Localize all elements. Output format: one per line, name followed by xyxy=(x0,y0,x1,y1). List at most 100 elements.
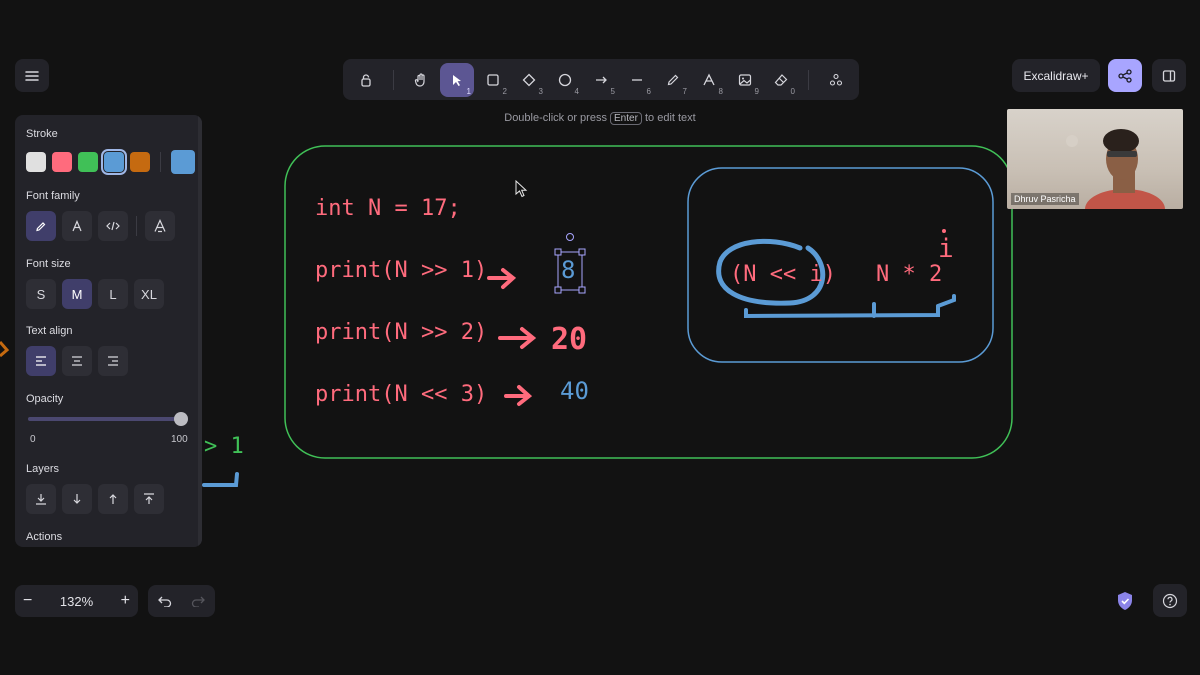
font-normal-button[interactable] xyxy=(62,211,92,241)
tool-key-5: 5 xyxy=(610,86,615,96)
result-40[interactable]: 40 xyxy=(560,377,589,405)
tool-hand[interactable] xyxy=(404,63,438,97)
result-8[interactable]: 8 xyxy=(561,256,575,284)
bring-to-front-button[interactable] xyxy=(134,484,164,514)
align-center-button[interactable] xyxy=(62,346,92,376)
hand-icon xyxy=(414,72,425,87)
arrow-3[interactable] xyxy=(504,385,533,406)
code-line-2[interactable]: print(N >> 1) xyxy=(315,258,487,283)
stroke-swatch-red[interactable] xyxy=(52,152,72,172)
main-menu-button[interactable] xyxy=(15,59,49,92)
stroke-swatch-green[interactable] xyxy=(78,152,98,172)
tool-image[interactable]: 9 xyxy=(728,63,762,97)
bring-to-front-icon xyxy=(144,493,154,504)
eraser-icon xyxy=(774,73,788,86)
tool-selection[interactable]: 1 xyxy=(440,62,474,97)
font-hand-drawn-button[interactable] xyxy=(26,211,56,241)
tool-line[interactable]: 6 xyxy=(620,63,654,97)
tool-key-1: 1 xyxy=(466,86,471,96)
text-align-row xyxy=(26,346,128,376)
share-button[interactable] xyxy=(1108,59,1142,92)
layers-label: Layers xyxy=(26,463,60,475)
arrow-1[interactable] xyxy=(487,268,517,289)
font-size-l[interactable]: L xyxy=(98,279,128,309)
participant-video[interactable]: Dhruv Pasricha xyxy=(1007,109,1183,209)
font-picker-icon xyxy=(154,219,166,233)
formula-right[interactable]: N * 2 xyxy=(876,262,942,287)
formula-exponent[interactable]: i xyxy=(938,234,954,264)
zoom-controls: − 132% + xyxy=(15,585,138,617)
outer-frame[interactable] xyxy=(284,145,1013,459)
current-stroke-color[interactable] xyxy=(171,150,195,174)
opacity-min: 0 xyxy=(30,434,36,445)
tool-lock[interactable] xyxy=(349,63,383,97)
ellipse-icon xyxy=(558,73,572,86)
zoom-out-button[interactable]: − xyxy=(23,592,32,610)
properties-scrollbar[interactable] xyxy=(198,115,202,547)
tool-key-4: 4 xyxy=(574,86,579,96)
opacity-slider-track[interactable] xyxy=(28,417,182,421)
font-size-label: Font size xyxy=(26,258,71,270)
font-size-row: S M L XL xyxy=(26,279,164,309)
code-line-3[interactable]: print(N >> 2) xyxy=(315,320,487,345)
font-size-xl[interactable]: XL xyxy=(134,279,164,309)
font-more-button[interactable] xyxy=(145,211,175,241)
layers-row xyxy=(26,484,164,514)
code-line-4[interactable]: print(N << 3) xyxy=(315,382,487,407)
stroke-swatch-blue[interactable] xyxy=(101,149,127,175)
rectangle-icon xyxy=(487,73,499,86)
share-icon xyxy=(1118,68,1132,83)
tool-key-2: 2 xyxy=(502,86,507,96)
font-size-s[interactable]: S xyxy=(26,279,56,309)
tool-key-9: 9 xyxy=(754,86,759,96)
arrow-2[interactable] xyxy=(498,327,537,349)
tool-diamond[interactable]: 3 xyxy=(512,63,546,97)
tool-draw[interactable]: 7 xyxy=(656,63,690,97)
opacity-slider-handle[interactable] xyxy=(174,412,188,426)
send-backward-button[interactable] xyxy=(62,484,92,514)
bring-forward-icon xyxy=(109,494,117,504)
blue-bracket[interactable] xyxy=(744,294,956,319)
stroke-color-row xyxy=(26,149,195,175)
result-20[interactable]: 20 xyxy=(551,322,587,357)
opacity-max: 100 xyxy=(171,434,188,445)
send-to-back-icon xyxy=(36,494,46,505)
library-button[interactable] xyxy=(1152,59,1186,92)
stroke-swatch-white[interactable] xyxy=(26,152,46,172)
offscreen-blue-mark[interactable] xyxy=(202,472,239,487)
align-left-button[interactable] xyxy=(26,346,56,376)
properties-panel: Stroke Font family Font size S M L XL Te… xyxy=(15,115,202,547)
offscreen-orange-mark[interactable] xyxy=(0,341,10,358)
pointer-icon xyxy=(453,74,461,86)
bring-forward-button[interactable] xyxy=(98,484,128,514)
align-right-button[interactable] xyxy=(98,346,128,376)
help-button[interactable] xyxy=(1153,584,1187,617)
hint-key: Enter xyxy=(610,112,642,125)
arrow-icon xyxy=(596,76,607,83)
send-to-back-button[interactable] xyxy=(26,484,56,514)
redo-icon[interactable] xyxy=(191,595,206,607)
align-center-icon xyxy=(72,356,82,366)
zoom-in-button[interactable]: + xyxy=(121,592,130,610)
font-size-m[interactable]: M xyxy=(62,279,92,309)
excalidraw-plus-button[interactable]: Excalidraw+ xyxy=(1012,59,1100,92)
tool-arrow[interactable]: 5 xyxy=(584,63,618,97)
tool-ellipse[interactable]: 4 xyxy=(548,63,582,97)
tool-extra[interactable] xyxy=(819,63,853,97)
stroke-swatch-orange[interactable] xyxy=(130,152,150,172)
shapes-icon xyxy=(829,73,843,86)
tool-eraser[interactable]: 0 xyxy=(764,63,798,97)
exponent-dot xyxy=(942,229,946,233)
text-align-label: Text align xyxy=(26,325,73,337)
tool-rectangle[interactable]: 2 xyxy=(476,63,510,97)
hamburger-icon xyxy=(25,70,39,81)
zoom-level[interactable]: 132% xyxy=(60,594,93,609)
tool-text[interactable]: 8 xyxy=(692,63,726,97)
toolbar-divider xyxy=(393,69,394,90)
font-code-button[interactable] xyxy=(98,211,128,241)
offscreen-text[interactable]: > 1 xyxy=(204,434,244,459)
undo-icon[interactable] xyxy=(157,595,172,607)
formula-left[interactable]: (N << i) xyxy=(730,262,836,287)
shield-icon[interactable] xyxy=(1116,591,1134,611)
code-line-1[interactable]: int N = 17; xyxy=(315,196,461,221)
